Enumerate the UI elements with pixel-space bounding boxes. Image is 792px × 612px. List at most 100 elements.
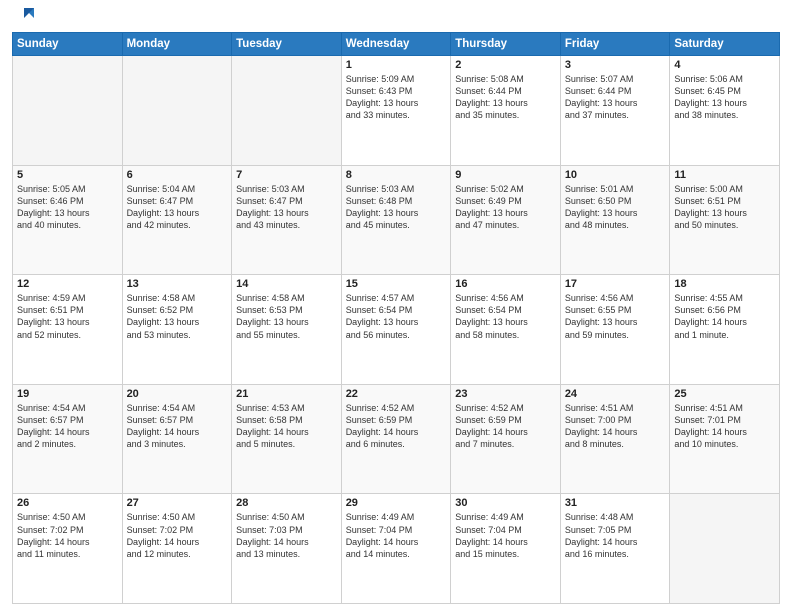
calendar-cell: 1 Sunrise: 5:09 AM Sunset: 6:43 PM Daylig… [341,56,451,166]
calendar-cell [13,56,123,166]
calendar-cell: 24 Sunrise: 4:51 AM Sunset: 7:00 PM Dayli… [560,384,670,494]
calendar-cell: 27 Sunrise: 4:50 AM Sunset: 7:02 PM Dayli… [122,494,232,604]
calendar-cell: 31 Sunrise: 4:48 AM Sunset: 7:05 PM Dayli… [560,494,670,604]
day-number: 14 [236,278,337,290]
calendar-cell: 12 Sunrise: 4:59 AM Sunset: 6:51 PM Dayli… [13,275,123,385]
cell-info: Sunrise: 4:54 AM Sunset: 6:57 PM Dayligh… [127,402,228,451]
calendar-cell: 11 Sunrise: 5:00 AM Sunset: 6:51 PM Dayli… [670,165,780,275]
cell-info: Sunrise: 4:52 AM Sunset: 6:59 PM Dayligh… [455,402,556,451]
weekday-header-saturday: Saturday [670,33,780,56]
day-number: 11 [674,169,775,181]
calendar-table: SundayMondayTuesdayWednesdayThursdayFrid… [12,32,780,604]
cell-info: Sunrise: 5:08 AM Sunset: 6:44 PM Dayligh… [455,73,556,122]
weekday-header-wednesday: Wednesday [341,33,451,56]
day-number: 7 [236,169,337,181]
calendar-cell [670,494,780,604]
calendar-cell: 3 Sunrise: 5:07 AM Sunset: 6:44 PM Daylig… [560,56,670,166]
day-number: 23 [455,388,556,400]
day-number: 4 [674,59,775,71]
day-number: 27 [127,497,228,509]
cell-info: Sunrise: 4:50 AM Sunset: 7:03 PM Dayligh… [236,511,337,560]
weekday-header-row: SundayMondayTuesdayWednesdayThursdayFrid… [13,33,780,56]
day-number: 12 [17,278,118,290]
cell-info: Sunrise: 4:52 AM Sunset: 6:59 PM Dayligh… [346,402,447,451]
calendar-row: 26Sunrise: 4:50 AM Sunset: 7:02 PM Dayli… [13,494,780,604]
calendar-cell: 22 Sunrise: 4:52 AM Sunset: 6:59 PM Dayli… [341,384,451,494]
calendar-row: 5 Sunrise: 5:05 AM Sunset: 6:46 PM Daylig… [13,165,780,275]
calendar-cell: 23 Sunrise: 4:52 AM Sunset: 6:59 PM Dayli… [451,384,561,494]
calendar-cell: 28Sunrise: 4:50 AM Sunset: 7:03 PM Dayli… [232,494,342,604]
cell-info: Sunrise: 5:07 AM Sunset: 6:44 PM Dayligh… [565,73,666,122]
cell-info: Sunrise: 4:53 AM Sunset: 6:58 PM Dayligh… [236,402,337,451]
calendar-cell: 2 Sunrise: 5:08 AM Sunset: 6:44 PM Daylig… [451,56,561,166]
calendar-cell: 20 Sunrise: 4:54 AM Sunset: 6:57 PM Dayli… [122,384,232,494]
calendar-cell: 25 Sunrise: 4:51 AM Sunset: 7:01 PM Dayli… [670,384,780,494]
day-number: 29 [346,497,447,509]
day-number: 8 [346,169,447,181]
day-number: 30 [455,497,556,509]
cell-info: Sunrise: 4:55 AM Sunset: 6:56 PM Dayligh… [674,292,775,341]
cell-info: Sunrise: 5:06 AM Sunset: 6:45 PM Dayligh… [674,73,775,122]
weekday-header-monday: Monday [122,33,232,56]
calendar-cell: 4 Sunrise: 5:06 AM Sunset: 6:45 PM Daylig… [670,56,780,166]
calendar-cell: 15 Sunrise: 4:57 AM Sunset: 6:54 PM Dayli… [341,275,451,385]
cell-info: Sunrise: 5:05 AM Sunset: 6:46 PM Dayligh… [17,183,118,232]
calendar-cell: 30 Sunrise: 4:49 AM Sunset: 7:04 PM Dayli… [451,494,561,604]
day-number: 13 [127,278,228,290]
calendar-cell: 9Sunrise: 5:02 AM Sunset: 6:49 PM Daylig… [451,165,561,275]
cell-info: Sunrise: 4:51 AM Sunset: 7:01 PM Dayligh… [674,402,775,451]
cell-info: Sunrise: 4:50 AM Sunset: 7:02 PM Dayligh… [17,511,118,560]
cell-info: Sunrise: 5:09 AM Sunset: 6:43 PM Dayligh… [346,73,447,122]
day-number: 3 [565,59,666,71]
cell-info: Sunrise: 4:58 AM Sunset: 6:53 PM Dayligh… [236,292,337,341]
day-number: 22 [346,388,447,400]
calendar-cell: 14 Sunrise: 4:58 AM Sunset: 6:53 PM Dayli… [232,275,342,385]
day-number: 31 [565,497,666,509]
day-number: 25 [674,388,775,400]
calendar-cell: 6 Sunrise: 5:04 AM Sunset: 6:47 PM Daylig… [122,165,232,275]
calendar-cell: 18 Sunrise: 4:55 AM Sunset: 6:56 PM Dayli… [670,275,780,385]
cell-info: Sunrise: 5:00 AM Sunset: 6:51 PM Dayligh… [674,183,775,232]
day-number: 21 [236,388,337,400]
cell-info: Sunrise: 4:58 AM Sunset: 6:52 PM Dayligh… [127,292,228,341]
day-number: 1 [346,59,447,71]
cell-info: Sunrise: 4:48 AM Sunset: 7:05 PM Dayligh… [565,511,666,560]
calendar-cell: 26Sunrise: 4:50 AM Sunset: 7:02 PM Dayli… [13,494,123,604]
day-number: 5 [17,169,118,181]
calendar-cell [122,56,232,166]
cell-info: Sunrise: 4:56 AM Sunset: 6:55 PM Dayligh… [565,292,666,341]
calendar-cell: 21 Sunrise: 4:53 AM Sunset: 6:58 PM Dayli… [232,384,342,494]
weekday-header-thursday: Thursday [451,33,561,56]
cell-info: Sunrise: 4:49 AM Sunset: 7:04 PM Dayligh… [455,511,556,560]
cell-info: Sunrise: 5:03 AM Sunset: 6:47 PM Dayligh… [236,183,337,232]
day-number: 10 [565,169,666,181]
cell-info: Sunrise: 4:54 AM Sunset: 6:57 PM Dayligh… [17,402,118,451]
cell-info: Sunrise: 4:56 AM Sunset: 6:54 PM Dayligh… [455,292,556,341]
cell-info: Sunrise: 5:04 AM Sunset: 6:47 PM Dayligh… [127,183,228,232]
cell-info: Sunrise: 4:49 AM Sunset: 7:04 PM Dayligh… [346,511,447,560]
calendar-cell: 10Sunrise: 5:01 AM Sunset: 6:50 PM Dayli… [560,165,670,275]
calendar-cell: 13 Sunrise: 4:58 AM Sunset: 6:52 PM Dayli… [122,275,232,385]
day-number: 16 [455,278,556,290]
calendar-cell: 19Sunrise: 4:54 AM Sunset: 6:57 PM Dayli… [13,384,123,494]
calendar-cell: 8Sunrise: 5:03 AM Sunset: 6:48 PM Daylig… [341,165,451,275]
calendar-row: 12 Sunrise: 4:59 AM Sunset: 6:51 PM Dayli… [13,275,780,385]
calendar-cell: 17 Sunrise: 4:56 AM Sunset: 6:55 PM Dayli… [560,275,670,385]
day-number: 6 [127,169,228,181]
calendar-cell [232,56,342,166]
day-number: 18 [674,278,775,290]
cell-info: Sunrise: 4:59 AM Sunset: 6:51 PM Dayligh… [17,292,118,341]
page: SundayMondayTuesdayWednesdayThursdayFrid… [0,0,792,612]
logo-icon [16,4,36,26]
cell-info: Sunrise: 4:57 AM Sunset: 6:54 PM Dayligh… [346,292,447,341]
day-number: 15 [346,278,447,290]
header [12,10,780,26]
day-number: 20 [127,388,228,400]
cell-info: Sunrise: 4:50 AM Sunset: 7:02 PM Dayligh… [127,511,228,560]
day-number: 2 [455,59,556,71]
cell-info: Sunrise: 5:02 AM Sunset: 6:49 PM Dayligh… [455,183,556,232]
day-number: 17 [565,278,666,290]
day-number: 24 [565,388,666,400]
calendar-cell: 7 Sunrise: 5:03 AM Sunset: 6:47 PM Daylig… [232,165,342,275]
cell-info: Sunrise: 4:51 AM Sunset: 7:00 PM Dayligh… [565,402,666,451]
